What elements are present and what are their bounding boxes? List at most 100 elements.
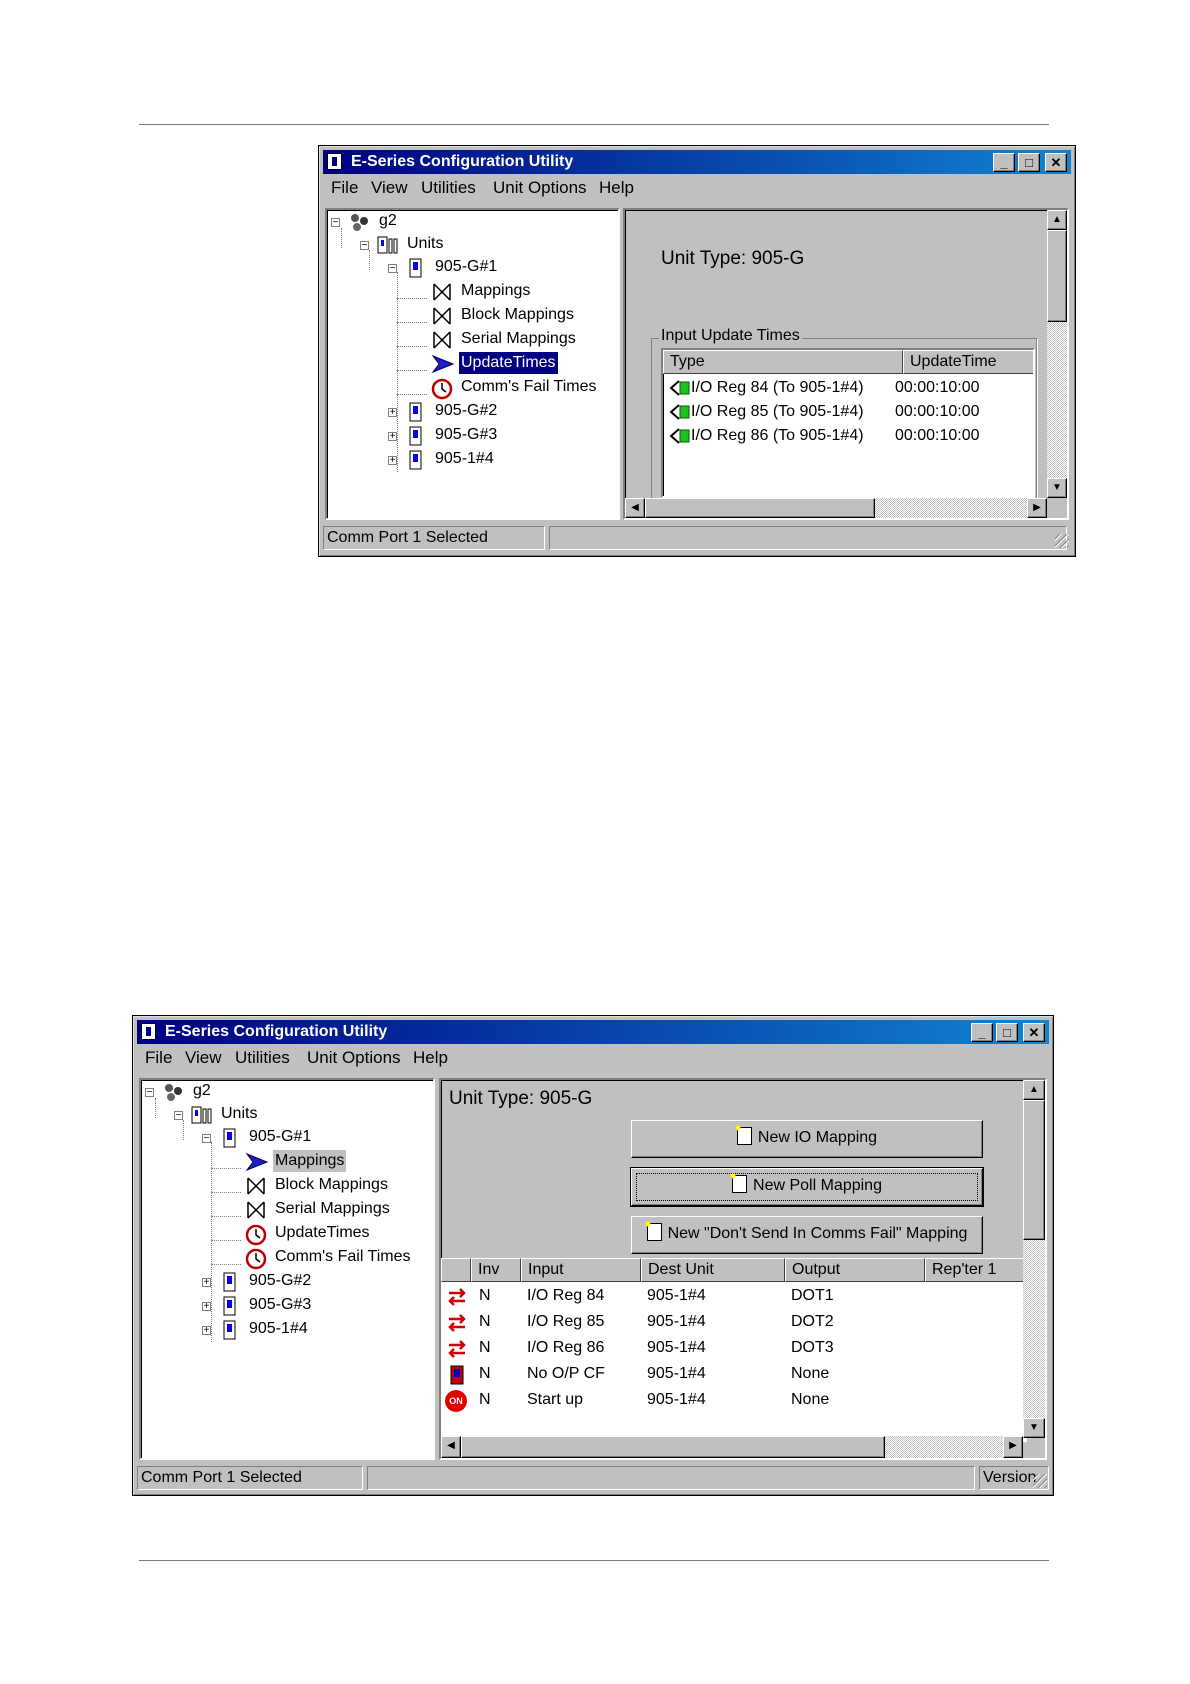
collapse-toggle[interactable]: − <box>145 1088 154 1098</box>
io-mapping-icon <box>447 1314 467 1337</box>
status-bar: Comm Port 1 Selected Version <box>137 1466 1049 1490</box>
menu-unit-options[interactable]: Unit Options <box>493 178 587 198</box>
status-panel <box>549 526 1067 550</box>
menu-view[interactable]: View <box>371 178 408 198</box>
mappings-icon <box>245 1200 267 1219</box>
horizontal-scrollbar[interactable]: ◀ ▶ <box>441 1436 1023 1458</box>
units-icon <box>191 1105 213 1124</box>
menu-utilities[interactable]: Utilities <box>421 178 476 198</box>
unit-icon <box>219 1128 241 1148</box>
detail-pane: Unit Type: 905-G New IO Mapping New Poll… <box>439 1078 1047 1460</box>
scroll-right-button[interactable]: ▶ <box>1003 1436 1023 1458</box>
new-document-icon <box>729 1172 748 1193</box>
io-mapping-icon <box>447 1288 467 1311</box>
menu-help[interactable]: Help <box>413 1048 448 1068</box>
mappings-table[interactable]: Inv Input Dest Unit Output Rep'ter 1 N I… <box>441 1258 1027 1442</box>
minimize-button[interactable]: _ <box>971 1023 993 1042</box>
expand-toggle[interactable]: + <box>202 1278 211 1288</box>
collapse-toggle[interactable]: − <box>174 1111 183 1121</box>
update-times-list[interactable]: Type UpdateTime I/O Reg 84 (To 905-1#4) … <box>661 348 1035 498</box>
expand-toggle[interactable]: + <box>202 1326 211 1336</box>
horizontal-scrollbar[interactable]: ◀ ▶ <box>625 498 1047 518</box>
app-window-mappings: E-Series Configuration Utility _ □ ✕ Fil… <box>132 1015 1054 1496</box>
status-bar: Comm Port 1 Selected <box>323 526 1071 550</box>
status-text: Comm Port 1 Selected <box>137 1466 363 1490</box>
mappings-icon <box>431 330 453 349</box>
status-panel <box>367 1466 975 1490</box>
network-icon <box>349 212 371 231</box>
unit-icon <box>405 258 427 278</box>
window-title: E-Series Configuration Utility <box>165 1023 388 1040</box>
clock-icon <box>245 1248 267 1270</box>
column-header-inv[interactable]: Inv <box>471 1258 521 1282</box>
collapse-toggle[interactable]: − <box>331 218 340 228</box>
scroll-thumb[interactable] <box>1047 230 1067 322</box>
column-header-icon[interactable] <box>441 1258 471 1282</box>
new-io-mapping-button[interactable]: New IO Mapping <box>631 1120 983 1158</box>
scroll-left-button[interactable]: ◀ <box>441 1436 461 1458</box>
maximize-button[interactable]: □ <box>1018 153 1040 172</box>
unit-icon <box>405 402 427 422</box>
unit-icon <box>219 1296 241 1316</box>
column-header-input[interactable]: Input <box>521 1258 641 1282</box>
column-header-dest-unit[interactable]: Dest Unit <box>641 1258 785 1282</box>
footer-rule <box>139 1560 1049 1561</box>
scroll-left-button[interactable]: ◀ <box>625 498 645 518</box>
list-item[interactable]: I/O Reg 85 (To 905-1#4) 00:00:10:00 <box>663 400 1033 424</box>
resize-grip[interactable] <box>1055 534 1069 548</box>
new-dont-send-mapping-button[interactable]: New "Don't Send In Comms Fail" Mapping <box>631 1216 983 1254</box>
scroll-thumb[interactable] <box>1023 1100 1045 1240</box>
scroll-up-button[interactable]: ▲ <box>1047 210 1067 230</box>
new-poll-mapping-button[interactable]: New Poll Mapping <box>631 1168 983 1206</box>
table-row[interactable]: N No O/P CF 905-1#4 None <box>441 1362 1027 1388</box>
io-mapping-icon <box>447 1340 467 1363</box>
collapse-toggle[interactable]: − <box>360 241 369 251</box>
vertical-scrollbar[interactable]: ▲ ▼ <box>1047 210 1067 498</box>
table-row[interactable]: N I/O Reg 85 905-1#4 DOT2 <box>441 1310 1027 1336</box>
menu-file[interactable]: File <box>331 178 358 198</box>
menu-unit-options[interactable]: Unit Options <box>307 1048 401 1068</box>
scroll-thumb[interactable] <box>645 498 875 518</box>
menu-view[interactable]: View <box>185 1048 222 1068</box>
close-button[interactable]: ✕ <box>1023 1023 1045 1042</box>
expand-toggle[interactable]: + <box>388 456 397 466</box>
collapse-toggle[interactable]: − <box>202 1134 211 1144</box>
menu-file[interactable]: File <box>145 1048 172 1068</box>
list-item[interactable]: I/O Reg 84 (To 905-1#4) 00:00:10:00 <box>663 376 1033 400</box>
list-item[interactable]: I/O Reg 86 (To 905-1#4) 00:00:10:00 <box>663 424 1033 448</box>
table-row[interactable]: N I/O Reg 86 905-1#4 DOT3 <box>441 1336 1027 1362</box>
scroll-down-button[interactable]: ▼ <box>1023 1418 1045 1438</box>
tree-view[interactable]: − g2 − Units − 905-G#1 Mappings Block Ma… <box>139 1078 435 1460</box>
column-header-type[interactable]: Type <box>663 350 903 374</box>
column-header-repeater-1[interactable]: Rep'ter 1 <box>925 1258 1025 1282</box>
table-row[interactable]: N I/O Reg 84 905-1#4 DOT1 <box>441 1284 1027 1310</box>
unit-icon <box>219 1272 241 1292</box>
vertical-scrollbar[interactable]: ▲ ▼ <box>1023 1080 1045 1438</box>
close-button[interactable]: ✕ <box>1045 153 1067 172</box>
scroll-thumb[interactable] <box>461 1436 885 1458</box>
network-icon <box>163 1082 185 1101</box>
tree-view[interactable]: − g2 − Units − 905-G#1 Mappings Block Ma… <box>325 208 620 520</box>
expand-toggle[interactable]: + <box>388 432 397 442</box>
resize-grip[interactable] <box>1033 1474 1047 1488</box>
menu-utilities[interactable]: Utilities <box>235 1048 290 1068</box>
column-header-output[interactable]: Output <box>785 1258 925 1282</box>
app-icon <box>141 1023 156 1040</box>
menu-bar: File View Utilities Unit Options Help <box>137 1046 1049 1070</box>
expand-toggle[interactable]: + <box>202 1302 211 1312</box>
maximize-button[interactable]: □ <box>996 1023 1018 1042</box>
minimize-button[interactable]: _ <box>993 153 1015 172</box>
collapse-toggle[interactable]: − <box>388 264 397 274</box>
unit-icon <box>405 450 427 470</box>
detail-pane: Unit Type: 905-G Input Update Times Type… <box>623 208 1069 520</box>
column-header-update-time[interactable]: UpdateTime <box>903 350 1033 374</box>
expand-toggle[interactable]: + <box>388 408 397 418</box>
scroll-down-button[interactable]: ▼ <box>1047 478 1067 498</box>
unit-type-label: Unit Type: 905-G <box>661 248 805 269</box>
menu-help[interactable]: Help <box>599 178 634 198</box>
table-row[interactable]: ON N Start up 905-1#4 None <box>441 1388 1027 1414</box>
title-bar: E-Series Configuration Utility _ □ ✕ <box>137 1020 1049 1044</box>
scroll-up-button[interactable]: ▲ <box>1023 1080 1045 1100</box>
menu-bar: File View Utilities Unit Options Help <box>323 176 1071 200</box>
scroll-right-button[interactable]: ▶ <box>1027 498 1047 518</box>
